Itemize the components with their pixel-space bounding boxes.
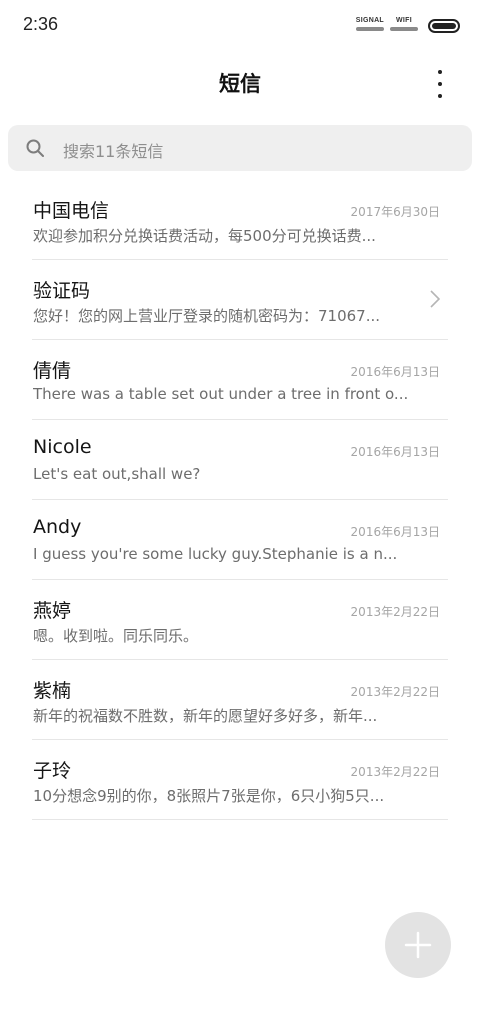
message-date: 2016年6月13日 [350,445,440,459]
contact-name: 紫楠 [33,680,72,702]
status-indicators: SIGNAL WIFI [356,16,460,33]
message-preview: 新年的祝福数不胜数，新年的愿望好多好多，新年... [33,707,378,725]
contact-name: 子玲 [33,760,72,782]
message-date: 2013年2月22日 [350,605,440,619]
app-header: 短信 [0,58,480,110]
message-date: 2013年2月22日 [350,765,440,779]
message-date: 2016年6月13日 [350,525,440,539]
battery-icon [428,19,460,33]
conversation-row[interactable]: 验证码 您好！您的网上营业厅登录的随机密码为：71067... [32,260,448,340]
contact-name: 燕婷 [33,600,72,622]
battery-fill [432,23,456,29]
plus-icon [404,931,432,959]
status-time: 2:36 [23,14,59,34]
conversation-row[interactable]: 中国电信 2017年6月30日 欢迎参加积分兑换话费活动，每500分可兑换话费.… [32,180,448,260]
new-message-button[interactable] [385,912,451,978]
message-preview: There was a table set out under a tree i… [33,385,409,403]
search-input[interactable]: 搜索11条短信 [8,125,472,171]
wifi-indicator: WIFI [390,16,418,31]
message-date: 2016年6月13日 [350,365,440,379]
conversation-row[interactable]: Nicole 2016年6月13日 Let's eat out,shall we… [32,420,448,500]
message-preview: 欢迎参加积分兑换话费活动，每500分可兑换话费... [33,227,376,245]
message-date: 2013年2月22日 [350,685,440,699]
contact-name: 中国电信 [33,200,110,222]
conversation-list: 中国电信 2017年6月30日 欢迎参加积分兑换话费活动，每500分可兑换话费.… [0,180,480,820]
message-date: 2017年6月30日 [350,205,440,219]
search-icon [26,139,44,157]
dot [438,82,442,86]
dot [438,94,442,98]
conversation-row[interactable]: Andy 2016年6月13日 I guess you're some luck… [32,500,448,580]
signal-icon [355,27,384,31]
contact-name: Andy [33,516,82,538]
contact-name: Nicole [33,436,92,458]
more-vertical-icon[interactable] [428,70,452,98]
conversation-row[interactable]: 燕婷 2013年2月22日 嗯。收到啦。同乐同乐。 [32,580,448,660]
message-preview: I guess you're some lucky guy.Stephanie … [33,545,398,563]
page-title: 短信 [219,72,261,96]
conversation-row[interactable]: 倩倩 2016年6月13日 There was a table set out … [32,340,448,420]
status-bar: 2:36 SIGNAL WIFI [0,0,480,52]
message-preview: Let's eat out,shall we? [33,465,201,483]
message-preview: 10分想念9别的你，8张照片7张是你，6只小狗5只... [33,787,385,805]
signal-indicator: SIGNAL [356,16,384,31]
contact-name: 倩倩 [33,360,72,382]
signal-label: SIGNAL [355,17,384,24]
message-preview: 您好！您的网上营业厅登录的随机密码为：71067... [33,307,381,325]
wifi-label: WIFI [396,17,412,24]
search-placeholder: 搜索11条短信 [63,142,164,161]
contact-name: 验证码 [33,280,91,302]
wifi-icon [390,27,418,31]
message-preview: 嗯。收到啦。同乐同乐。 [33,627,199,645]
conversation-row[interactable]: 紫楠 2013年2月22日 新年的祝福数不胜数，新年的愿望好多好多，新年... [32,660,448,740]
dot [438,70,442,74]
conversation-row[interactable]: 子玲 2013年2月22日 10分想念9别的你，8张照片7张是你，6只小狗5只.… [32,740,448,820]
